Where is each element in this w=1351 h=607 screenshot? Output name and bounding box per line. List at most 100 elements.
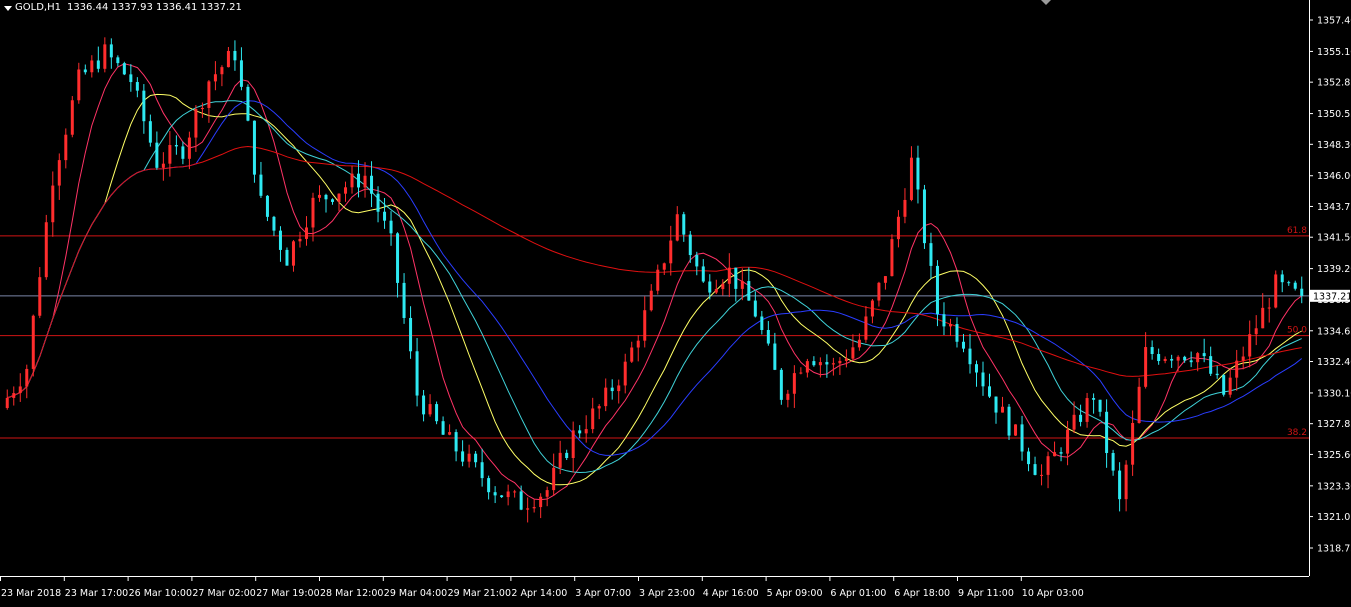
candle-body <box>77 69 81 101</box>
candle-body <box>1235 360 1239 378</box>
candle-body <box>1072 414 1076 430</box>
candle-body <box>552 467 556 491</box>
chart-shift-marker-icon[interactable] <box>1041 0 1051 5</box>
candle-body <box>799 372 803 374</box>
candle-body <box>487 478 491 493</box>
candle-body <box>981 372 985 387</box>
candle-body <box>298 238 302 242</box>
candle-body <box>259 174 263 196</box>
x-tick-label: 28 Mar 12:00 <box>320 588 383 599</box>
candle-body <box>740 281 744 289</box>
candle-body <box>363 175 367 188</box>
candle <box>1222 374 1226 397</box>
candle <box>1007 403 1011 441</box>
candle-body <box>701 266 705 282</box>
candle-body <box>1150 347 1154 355</box>
candle-body <box>428 404 432 415</box>
candle-body <box>474 453 478 463</box>
fib-label-1: 50.0 <box>1287 326 1307 336</box>
candle-body <box>1118 470 1122 500</box>
candle-body <box>714 289 718 293</box>
candle-body <box>467 453 471 462</box>
candle-body <box>721 283 725 290</box>
candle-body <box>220 67 224 75</box>
candle-body <box>1020 424 1024 452</box>
candle-body <box>779 369 783 400</box>
x-tick-label: 9 Apr 11:00 <box>958 588 1014 599</box>
fib-label-2: 38.2 <box>1287 428 1307 438</box>
last-price-text: 1337.21 <box>1313 291 1351 302</box>
candle-body <box>1274 274 1278 308</box>
candle-body <box>539 496 543 508</box>
candle-body <box>610 387 614 392</box>
candle-body <box>252 120 256 175</box>
chart-menu-icon[interactable] <box>4 6 12 11</box>
candle-body <box>916 157 920 190</box>
candle-body <box>317 194 321 198</box>
candle-body <box>480 462 484 479</box>
candle-body <box>1170 358 1174 361</box>
candle-body <box>500 495 504 498</box>
chart-background <box>0 0 1351 603</box>
y-tick-label: 1341.50 <box>1317 233 1351 244</box>
candle-body <box>558 452 562 468</box>
candle-body <box>402 282 406 318</box>
candle-body <box>5 397 9 408</box>
candle-body <box>1300 288 1304 296</box>
candle-body <box>630 347 634 362</box>
candle-body <box>1014 424 1018 436</box>
candle-body <box>383 211 387 221</box>
x-tick-label: 4 Apr 16:00 <box>703 588 759 599</box>
candle-body <box>948 324 952 327</box>
symbol-ohlc-text: GOLD,H1 1336.44 1337.93 1336.41 1337.21 <box>15 2 242 13</box>
candle-body <box>773 343 777 370</box>
candle-body <box>675 214 679 241</box>
price-chart[interactable]: 1357.40 1355.10 1352.85 1350.55 1348.30 1346.… <box>0 0 1351 603</box>
candle-body <box>584 429 588 434</box>
candle-body <box>370 175 374 194</box>
candle-body <box>1215 373 1219 376</box>
candle-body <box>396 233 400 283</box>
candle-body <box>636 340 640 348</box>
candle-body <box>246 86 250 121</box>
x-tick-label: 27 Mar 19:00 <box>256 588 319 599</box>
candle <box>922 184 926 249</box>
candle-body <box>1059 452 1063 454</box>
candle-body <box>812 361 816 366</box>
candle-body <box>526 508 530 510</box>
y-tick-label: 1350.55 <box>1317 109 1351 120</box>
x-tick-label: 27 Mar 02:00 <box>192 588 255 599</box>
candle-body <box>682 214 686 235</box>
candle-body <box>161 163 165 168</box>
x-tick-label: 6 Apr 01:00 <box>830 588 886 599</box>
candle-body <box>291 241 295 266</box>
candle-body <box>831 363 835 365</box>
candle-body <box>70 100 74 135</box>
candle-body <box>1287 282 1291 284</box>
symbol-label: GOLD,H1 <box>15 2 61 13</box>
candle-body <box>142 90 146 122</box>
candle-body <box>103 44 107 69</box>
candle-body <box>389 220 393 234</box>
candle-body <box>1176 356 1180 361</box>
x-tick-label: 29 Mar 21:00 <box>448 588 511 599</box>
chart-canvas[interactable]: 1357.40 1355.10 1352.85 1350.55 1348.30 1346.… <box>0 0 1351 603</box>
candle-body <box>435 404 439 422</box>
candle-body <box>1053 452 1057 457</box>
candle-body <box>974 364 978 373</box>
candle-body <box>44 222 48 278</box>
candle-body <box>304 227 308 239</box>
candle-body <box>545 490 549 497</box>
candle-body <box>239 60 243 87</box>
candle-body <box>786 393 790 400</box>
candle-body <box>148 121 152 143</box>
candle-body <box>604 387 608 407</box>
candle-body <box>181 146 185 159</box>
x-tick-label: 29 Mar 04:00 <box>384 588 447 599</box>
candle-body <box>857 339 861 348</box>
candle-body <box>109 44 113 58</box>
candle-body <box>623 361 627 386</box>
candle-body <box>422 395 426 415</box>
y-tick-label: 1321.05 <box>1317 512 1351 523</box>
candle <box>252 120 256 183</box>
